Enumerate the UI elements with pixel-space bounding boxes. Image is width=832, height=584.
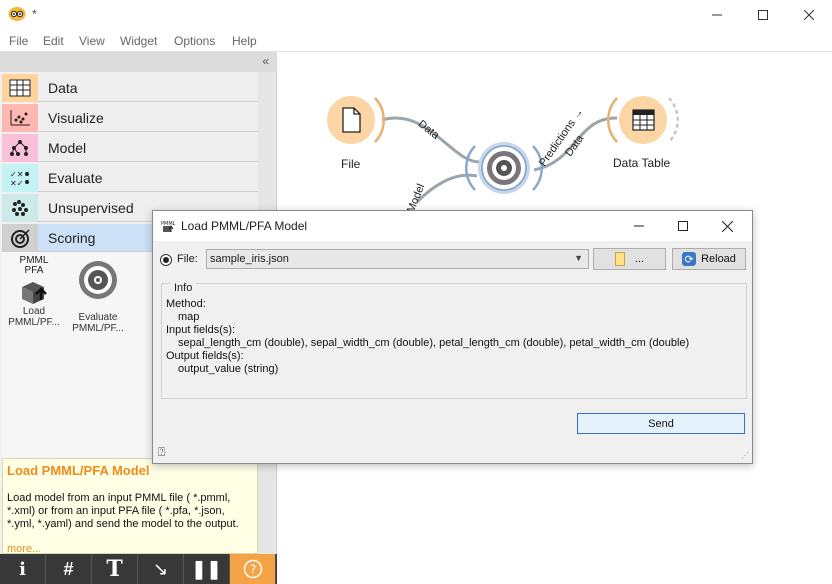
menu-file[interactable]: File (9, 34, 28, 48)
close-button[interactable] (786, 0, 832, 30)
text-annotation-button[interactable]: T (92, 554, 138, 584)
question-icon[interactable]: ⍰ (158, 445, 165, 460)
info-button[interactable]: i (0, 554, 46, 584)
file-radio[interactable] (160, 254, 172, 266)
cluster-icon (2, 193, 38, 222)
help-scrollbar[interactable] (258, 458, 275, 554)
category-label: Model (48, 139, 87, 156)
load-pmml-dialog: PMML Load PMML/PFA Model File: sample_ir… (152, 210, 753, 464)
info-group: Info Method: map Input fields(s): sepal_… (161, 282, 747, 399)
browse-button[interactable]: ... (593, 248, 666, 270)
file-combobox-value: sample_iris.json (210, 253, 289, 265)
input-fields-label: Input fields(s): (166, 324, 236, 336)
send-label: Send (648, 417, 674, 430)
pmml-icon: PMML (161, 219, 176, 235)
dialog-title-bar: PMML Load PMML/PFA Model (153, 211, 752, 241)
file-node[interactable] (327, 96, 385, 144)
dialog-maximize-button[interactable] (661, 211, 705, 241)
widget-label: Load (22, 306, 46, 317)
help-title: Load PMML/PFA Model (7, 463, 150, 478)
category-label: Visualize (48, 109, 104, 126)
widget-evaluate-pmml[interactable]: Evaluate PMML/PF... (66, 258, 130, 334)
menu-bar: File Edit View Widget Options Help (0, 30, 832, 52)
data-table-node-label: Data Table (613, 156, 671, 170)
category-data[interactable]: Data (2, 73, 258, 102)
window-title: * (32, 7, 37, 21)
menu-options[interactable]: Options (174, 34, 215, 48)
orange-app-icon (8, 6, 26, 22)
browse-label: ... (634, 253, 645, 265)
svg-text:✓✕: ✓✕ (10, 170, 23, 179)
category-label: Evaluate (48, 169, 103, 186)
toolbox-header: « (0, 52, 277, 72)
widget-label: Evaluate (78, 312, 118, 323)
widget-load-pmml[interactable]: PMML PFA Load PMML/PF... (2, 255, 66, 329)
reload-label: Reload (701, 253, 736, 265)
output-fields-value: output_value (string) (178, 363, 279, 375)
checkmark-grid-icon: ✓✕ ✕✓ (2, 163, 38, 192)
help-button[interactable]: ? (230, 554, 276, 584)
info-body: Method: map Input fields(s): sepal_lengt… (166, 298, 689, 376)
box-upload-icon (2, 276, 66, 306)
widget-label: PMML/PF... (8, 317, 60, 328)
folder-icon (614, 252, 625, 266)
svg-text:?: ? (249, 563, 255, 577)
evaluate-target-icon (66, 258, 130, 302)
dialog-title: Load PMML/PFA Model (181, 219, 308, 233)
category-model[interactable]: Model (2, 133, 258, 162)
menu-widget[interactable]: Widget (120, 34, 157, 48)
title-bar: * (0, 0, 832, 30)
reload-button[interactable]: ⟳ Reload (672, 248, 746, 270)
pmml-pfa-icon-text: PMML PFA (19, 255, 49, 276)
reload-icon: ⟳ (682, 252, 697, 266)
method-value: map (178, 311, 200, 323)
category-label: Scoring (48, 229, 96, 246)
send-button[interactable]: Send (577, 413, 745, 434)
file-label: File: (177, 253, 198, 265)
help-text: Load model from an input PMML file ( *.p… (7, 492, 239, 530)
resize-grip-icon[interactable]: ⋰ (741, 451, 749, 460)
category-label: Unsupervised (48, 199, 134, 216)
collapse-icon[interactable]: « (262, 54, 269, 68)
maximize-button[interactable] (740, 0, 786, 30)
minimize-button[interactable] (694, 0, 740, 30)
menu-view[interactable]: View (79, 34, 105, 48)
svg-text:✕✓: ✕✓ (10, 179, 23, 187)
info-caption: Info (170, 282, 197, 294)
widget-label: PMML/PF... (72, 323, 124, 334)
evaluate-node[interactable] (465, 142, 543, 194)
category-label: Data (48, 79, 78, 96)
grid-button[interactable]: # (46, 554, 92, 584)
file-node-label: File (341, 157, 361, 171)
help-panel: Load PMML/PFA Model Load model from an i… (2, 458, 258, 555)
dialog-minimize-button[interactable] (617, 211, 661, 241)
category-evaluate[interactable]: ✓✕ ✕✓ Evaluate (2, 163, 258, 192)
output-fields-label: Output fields(s): (166, 350, 244, 362)
table-icon (2, 73, 38, 102)
method-label: Method: (166, 298, 206, 310)
input-fields-value: sepal_length_cm (double), sepal_width_cm… (178, 337, 690, 349)
chevron-down-icon: ▼ (574, 253, 583, 263)
category-visualize[interactable]: Visualize (2, 103, 258, 132)
menu-edit[interactable]: Edit (43, 34, 64, 48)
bottom-toolbar: i # T ↘ ❚❚ ? (0, 554, 277, 584)
target-icon (2, 223, 38, 252)
dialog-close-button[interactable] (705, 211, 749, 241)
data-table-node[interactable] (607, 96, 679, 144)
pause-button[interactable]: ❚❚ (184, 554, 230, 584)
scatter-icon (2, 103, 38, 132)
tree-icon (2, 133, 38, 162)
file-combobox[interactable]: sample_iris.json ▼ (206, 249, 589, 269)
arrow-annotation-button[interactable]: ↘ (138, 554, 184, 584)
menu-help[interactable]: Help (232, 34, 257, 48)
